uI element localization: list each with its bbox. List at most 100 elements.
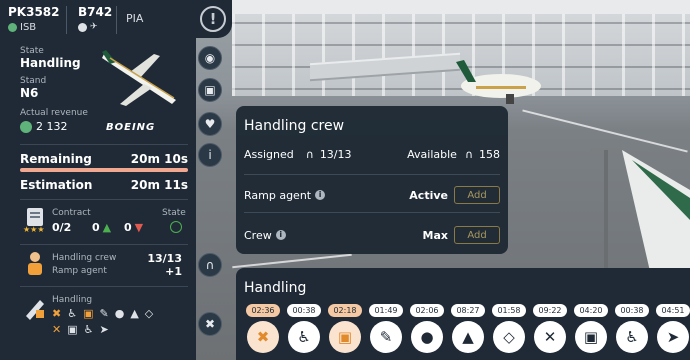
cargo-unload-icon: ▣ xyxy=(83,307,94,320)
fuel-icon: ◇ xyxy=(503,328,515,346)
waste-service-icon: ▲ xyxy=(462,328,474,346)
handling-button[interactable]: ✖ xyxy=(198,312,222,336)
handling-task-button[interactable]: ◇ xyxy=(493,321,525,353)
crew-summary-sub-value: +1 xyxy=(165,265,182,278)
catering-icon: ✕ xyxy=(52,323,62,336)
ramp-agent-label: Ramp agent xyxy=(244,188,312,202)
water-service-icon: ● xyxy=(420,328,434,346)
divider xyxy=(20,286,188,287)
accessibility-icon: ♿ xyxy=(297,328,311,346)
baggage-off-icon: ✖ xyxy=(256,328,270,346)
divider xyxy=(244,174,500,175)
focus-button[interactable]: ▣ xyxy=(198,78,222,102)
handling-task-button[interactable]: ✕ xyxy=(534,321,566,353)
task-time: 01:58 xyxy=(492,304,526,317)
task-time: 01:49 xyxy=(369,304,403,317)
available-value: 158 xyxy=(479,148,500,161)
refuel-hose-icon: ✎ xyxy=(99,307,109,320)
divider xyxy=(20,244,188,245)
info-icon[interactable]: i xyxy=(275,230,286,240)
accessibility-icon: ♿ xyxy=(625,328,639,346)
engine-icon xyxy=(78,22,87,32)
contract-likes: 0 ▲ xyxy=(92,221,111,234)
handling-crew-popup: Handling crew Assigned ∩ 13/13 Available… xyxy=(236,106,508,254)
task-time: 02:36 xyxy=(246,304,280,317)
remaining-bar xyxy=(20,168,188,172)
state-label: State xyxy=(20,46,44,56)
stand-block: Stand N6 xyxy=(20,76,46,100)
available-label: Available xyxy=(407,148,457,161)
stand-label: Stand xyxy=(20,76,47,86)
refuel-hose-icon: ✎ xyxy=(379,328,393,346)
remaining-row: Remaining 20m 10s xyxy=(20,152,188,166)
tools-icon: ✖ xyxy=(204,317,216,331)
focus-target-icon: ▣ xyxy=(204,83,216,97)
aircraft-type: B742 xyxy=(78,5,113,19)
handling-task-button[interactable]: ➤ xyxy=(657,321,689,353)
estimation-value: 20m 11s xyxy=(130,178,188,192)
accessibility-icon: ♿ xyxy=(67,307,78,320)
divider xyxy=(20,144,188,145)
waste-service-icon: ▲ xyxy=(130,307,139,320)
task-time: 00:38 xyxy=(615,304,649,317)
task-time: 02:18 xyxy=(328,304,362,317)
info-icon: i xyxy=(208,148,212,162)
revenue-block: Actual revenue 2 132 xyxy=(20,108,88,133)
crew-summary-sub-label: Ramp agent xyxy=(52,266,107,276)
accessibility-icon: ♿ xyxy=(83,323,94,336)
info-icon[interactable]: i xyxy=(315,190,326,200)
aircraft-maker-logo: BOEING xyxy=(106,122,156,133)
aircraft-type-block: B742 ✈ xyxy=(78,5,112,32)
task-time: 09:22 xyxy=(533,304,567,317)
crew-button[interactable]: ∩ xyxy=(198,253,222,277)
boarding-icon: ➤ xyxy=(666,328,680,346)
ramp-agent-status: Active xyxy=(409,188,448,202)
handling-title: Handling xyxy=(244,280,307,296)
handling-task-button[interactable]: ✎ xyxy=(370,321,402,353)
contract-dislikes: 0 ▼ xyxy=(124,221,143,234)
handling-task-button[interactable]: ♿ xyxy=(616,321,648,353)
flight-code: PK3582 xyxy=(8,5,60,19)
handling-task-button[interactable]: ▲ xyxy=(452,321,484,353)
add-ramp-agent-button[interactable]: Add xyxy=(454,186,500,204)
task-time: 04:20 xyxy=(574,304,608,317)
handling-task-button[interactable]: ▣ xyxy=(575,321,607,353)
parked-aircraft xyxy=(456,60,541,104)
smiley-state-icon xyxy=(170,221,182,233)
state-value: Handling xyxy=(20,56,81,70)
water-service-icon: ● xyxy=(114,307,125,320)
cargo-load-icon: ▣ xyxy=(583,328,599,346)
svg-text:★★★: ★★★ xyxy=(23,225,45,232)
task-time: 00:38 xyxy=(287,304,321,317)
handling-panel: Handling 02:36 ✖ 00:38 ♿ 02:18 ▣ 01:49 ✎ 02:06 ● 0… xyxy=(236,268,690,360)
origin-flag-icon xyxy=(8,23,17,32)
handling-task-button[interactable]: ● xyxy=(411,321,443,353)
ramp-agent-row: Ramp agent i Active Add xyxy=(244,186,500,204)
handling-task-button[interactable]: ▣ xyxy=(329,321,361,353)
state-block: State Handling xyxy=(20,46,81,70)
alert-button[interactable]: ! xyxy=(200,6,226,32)
estimation-row: Estimation 20m 11s xyxy=(20,178,188,192)
likes-count: 0 xyxy=(92,221,100,234)
contract-icon: ★★★ xyxy=(23,208,45,232)
handling-task-button[interactable]: ✖ xyxy=(247,321,279,353)
crew-label: Crew xyxy=(244,228,272,242)
cargo-unload-icon: ▣ xyxy=(337,328,353,346)
add-crew-button[interactable]: Add xyxy=(454,226,500,244)
airline-code: PIA xyxy=(126,12,144,25)
divider xyxy=(20,199,188,200)
view-button[interactable]: ◉ xyxy=(198,46,222,70)
divider xyxy=(66,6,67,34)
handling-tools-icon xyxy=(26,300,44,320)
estimation-label: Estimation xyxy=(20,178,93,192)
favorite-button[interactable]: ♥ xyxy=(198,112,222,136)
crew-status: Max xyxy=(422,228,448,242)
handling-task-button[interactable]: ♿ xyxy=(288,321,320,353)
assigned-value: 13/13 xyxy=(319,148,352,161)
info-button[interactable]: i xyxy=(198,143,222,167)
remaining-label: Remaining xyxy=(20,152,92,166)
dislikes-count: 0 xyxy=(124,221,132,234)
contract-state-label: State xyxy=(162,208,186,218)
divider xyxy=(244,212,500,213)
popup-title: Handling crew xyxy=(244,118,345,134)
